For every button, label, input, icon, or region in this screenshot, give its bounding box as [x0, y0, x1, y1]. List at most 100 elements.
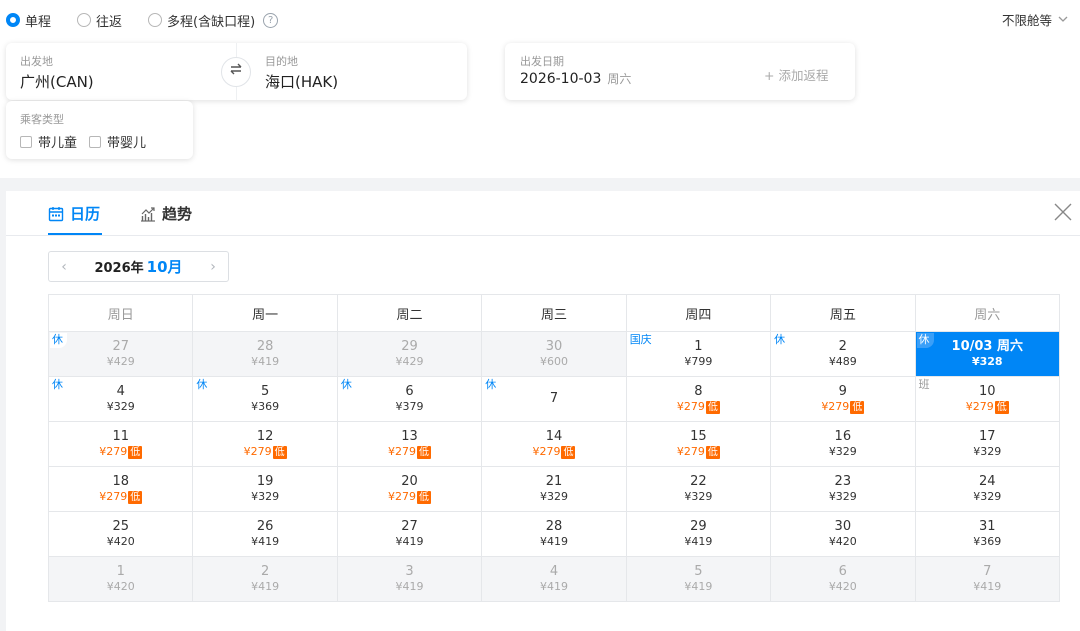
low-price-badge: 低 — [561, 446, 576, 459]
trip-type-label: 多程(含缺口程) — [167, 14, 256, 30]
date-selector: 出发日期 2026-10-03 周六 + 添加返程 — [505, 43, 855, 100]
next-month-button[interactable]: › — [198, 259, 228, 275]
origin-input[interactable]: 广州(CAN) — [20, 71, 94, 92]
calendar-day-cell[interactable]: 27 ¥419 — [336, 511, 483, 557]
price-value: ¥329 — [684, 490, 713, 503]
calendar-day-cell[interactable]: 班 10 ¥279 低 — [914, 376, 1061, 422]
calendar-day-cell[interactable]: 9 ¥279 低 — [770, 376, 916, 422]
calendar-day-cell[interactable]: 休 5 ¥369 — [192, 376, 338, 422]
departure-date-input[interactable]: 2026-10-03 周六 — [520, 70, 631, 87]
passenger-type-selector: 乘客类型 带儿童 带婴儿 — [6, 101, 193, 159]
calendar-day-number: 29 — [690, 519, 707, 534]
holiday-tag: 休 — [916, 333, 934, 348]
calendar-day-cell[interactable]: 19 ¥329 — [192, 466, 338, 512]
calendar-day-number: 4 — [116, 384, 125, 399]
calendar-day-cell[interactable]: 3 ¥419 — [336, 556, 483, 602]
with-child-checkbox[interactable] — [20, 135, 32, 148]
calendar-day-cell-selected[interactable]: 休 10/03 周六 ¥328 — [914, 331, 1061, 377]
calendar-day-cell[interactable]: 24 ¥329 — [914, 466, 1061, 512]
calendar-day-cell[interactable]: 休 4 ¥329 — [47, 376, 194, 422]
calendar-day-number: 14 — [545, 429, 563, 444]
cabin-class-select[interactable]: 不限舱等 — [1002, 10, 1068, 29]
help-icon[interactable]: ? — [263, 12, 279, 28]
price-value: ¥419 — [251, 535, 280, 548]
calendar-day-cell[interactable]: 31 ¥369 — [914, 511, 1061, 557]
calendar-day-number: 2 — [260, 564, 270, 579]
calendar-day-cell[interactable]: 6 ¥420 — [770, 556, 916, 602]
calendar-day-cell[interactable]: 16 ¥329 — [770, 421, 916, 467]
calendar-body: 休 27 ¥429 28 ¥419 29 ¥429 30 ¥600 国庆 1 ¥799 休 2 ¥489 休 1… — [47, 331, 1061, 602]
calendar-day-number: 29 — [401, 339, 418, 354]
calendar-day-price: ¥329 — [916, 490, 1059, 504]
calendar-day-cell[interactable]: 15 ¥279 低 — [625, 421, 772, 467]
calendar-week-row: 1 ¥420 2 ¥419 3 ¥419 4 ¥419 5 ¥419 6 ¥420 7 ¥419 — [47, 556, 1061, 602]
close-icon[interactable] — [1052, 201, 1074, 223]
swap-cities-icon[interactable] — [221, 57, 251, 87]
trip-type-round-trip[interactable]: 往返 — [77, 11, 122, 30]
calendar-day-cell[interactable]: 28 ¥419 — [481, 511, 627, 557]
calendar-day-cell[interactable]: 休 27 ¥429 — [47, 331, 194, 377]
calendar-day-cell[interactable]: 30 ¥420 — [770, 511, 916, 557]
calendar-day-cell[interactable]: 29 ¥429 — [336, 331, 483, 377]
trip-type-one-way[interactable]: 单程 — [6, 11, 51, 30]
tab-trend[interactable]: 趋势 — [140, 203, 192, 224]
calendar-day-cell[interactable]: 29 ¥419 — [625, 511, 772, 557]
calendar-day-cell[interactable]: 1 ¥420 — [47, 556, 194, 602]
calendar-day-cell[interactable]: 13 ¥279 低 — [336, 421, 483, 467]
calendar-day-cell[interactable]: 8 ¥279 低 — [625, 376, 772, 422]
holiday-tag: 休 — [50, 333, 67, 348]
month-label: 10月 — [146, 258, 183, 276]
price-value: ¥419 — [684, 580, 713, 593]
radio-checked-icon[interactable] — [6, 13, 20, 27]
calendar-day-cell[interactable]: 休 2 ¥489 — [770, 331, 916, 377]
active-tab-indicator — [48, 233, 102, 235]
calendar-day-cell[interactable]: 休 6 ¥379 — [336, 376, 483, 422]
calendar-day-cell[interactable]: 休7 — [481, 376, 627, 422]
calendar-day-cell[interactable]: 国庆 1 ¥799 — [625, 331, 772, 377]
with-infant-checkbox[interactable] — [89, 135, 102, 148]
tab-calendar[interactable]: 日历 — [48, 203, 100, 224]
calendar-day-price: ¥329 — [482, 490, 625, 504]
price-value: ¥420 — [106, 535, 135, 548]
calendar-day-cell[interactable]: 4 ¥419 — [481, 556, 627, 602]
calendar-day-cell[interactable]: 20 ¥279 低 — [336, 466, 483, 512]
month-navigator: ‹ 2026年 10月 › — [48, 251, 229, 282]
tab-calendar-label: 日历 — [70, 205, 101, 223]
trip-type-multi-city[interactable]: 多程(含缺口程) — [148, 11, 255, 30]
low-price-badge: 低 — [128, 446, 143, 459]
price-value: ¥279 — [676, 445, 705, 458]
calendar-day-cell[interactable]: 7 ¥419 — [914, 556, 1061, 602]
calendar-day-cell[interactable]: 25 ¥420 — [47, 511, 194, 557]
calendar-day-cell[interactable]: 12 ¥279 低 — [192, 421, 338, 467]
prev-month-button[interactable]: ‹ — [49, 259, 79, 275]
calendar-day-cell[interactable]: 26 ¥419 — [192, 511, 338, 557]
calendar-day-cell[interactable]: 23 ¥329 — [770, 466, 916, 512]
passenger-options: 带儿童 带婴儿 — [20, 132, 158, 151]
calendar-day-cell[interactable]: 17 ¥329 — [914, 421, 1061, 467]
holiday-tag: 休 — [338, 378, 356, 393]
destination-input[interactable]: 海口(HAK) — [265, 71, 338, 92]
calendar-day-number: 19 — [256, 474, 274, 489]
price-value: ¥329 — [973, 490, 1002, 503]
calendar-day-cell[interactable]: 30 ¥600 — [481, 331, 627, 377]
price-value: ¥420 — [106, 580, 135, 593]
radio-unchecked-icon[interactable] — [148, 13, 163, 27]
calendar-day-cell[interactable]: 14 ¥279 低 — [481, 421, 627, 467]
calendar-day-price: ¥369 — [916, 535, 1059, 549]
radio-unchecked-icon[interactable] — [77, 13, 92, 27]
calendar-day-cell[interactable]: 28 ¥419 — [192, 331, 338, 377]
calendar-day-cell[interactable]: 5 ¥419 — [625, 556, 772, 602]
calendar-day-cell[interactable]: 18 ¥279 低 — [47, 466, 194, 512]
low-price-badge: 低 — [705, 446, 720, 459]
calendar-day-cell[interactable]: 11 ¥279 低 — [47, 421, 194, 467]
price-value: ¥329 — [539, 490, 568, 503]
calendar-day-number: 8 — [694, 384, 703, 399]
year-label: 2026年 — [94, 261, 144, 276]
calendar-day-price: ¥419 — [193, 355, 336, 369]
calendar-day-price: ¥329 — [916, 445, 1059, 459]
price-value: ¥429 — [106, 355, 135, 368]
calendar-day-cell[interactable]: 22 ¥329 — [625, 466, 772, 512]
add-return-button[interactable]: + 添加返程 — [764, 65, 828, 84]
calendar-day-cell[interactable]: 2 ¥419 — [192, 556, 338, 602]
calendar-day-cell[interactable]: 21 ¥329 — [481, 466, 627, 512]
